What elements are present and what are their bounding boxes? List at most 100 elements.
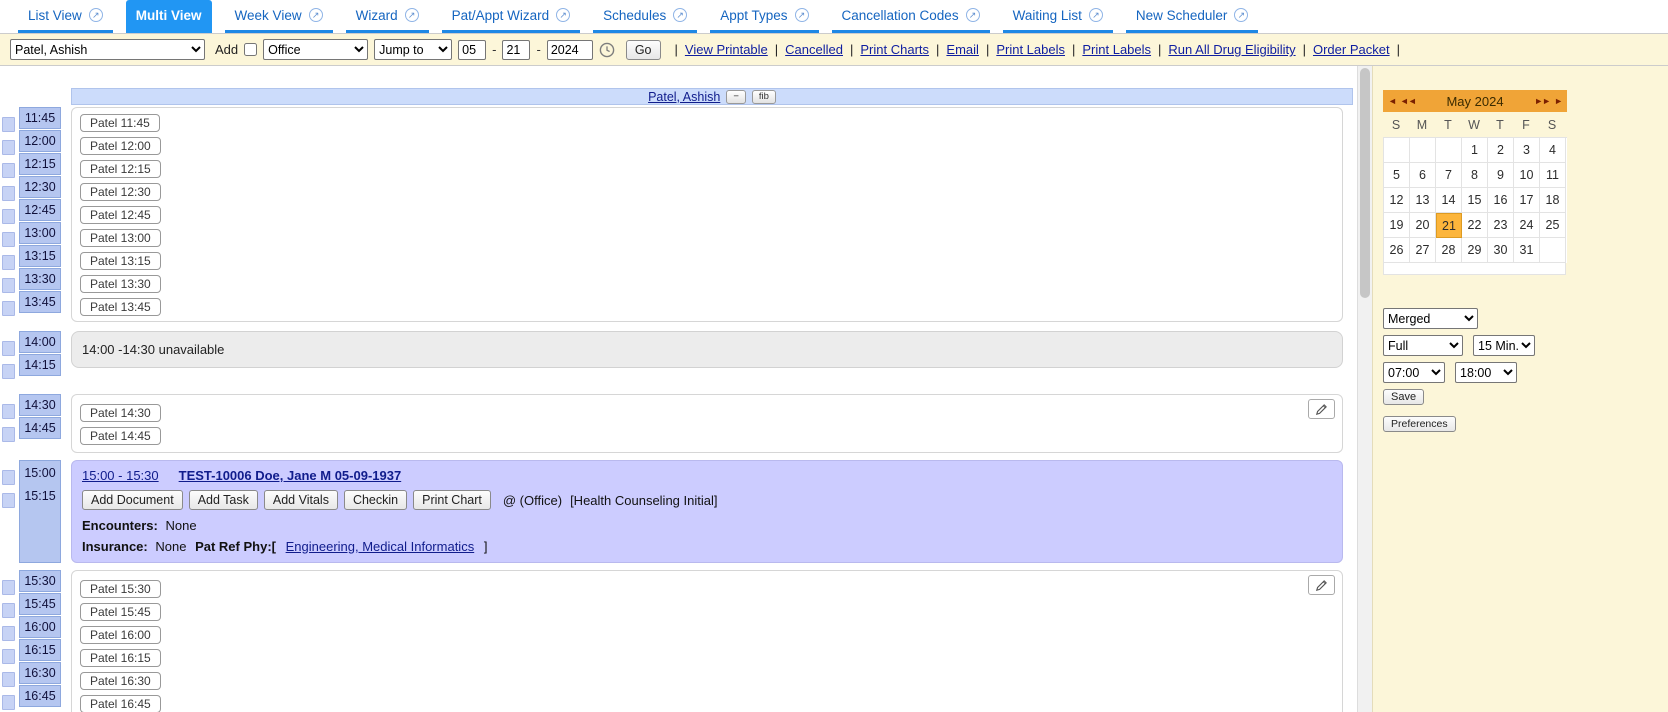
appointment-block[interactable]: 15:00 - 15:30 TEST-10006 Doe, Jane M 05-… (71, 460, 1343, 563)
calendar-day[interactable]: 1 (1462, 138, 1488, 163)
date-day-input[interactable] (502, 40, 530, 60)
tab-wizard[interactable]: Wizard ↗ (346, 0, 429, 33)
link-print-labels-2[interactable]: Print Labels (1082, 42, 1151, 57)
add-vitals-button[interactable]: Add Vitals (264, 490, 338, 510)
calendar-day[interactable]: 28 (1436, 238, 1462, 263)
time-label[interactable]: 16:30 (19, 662, 61, 684)
checkin-button[interactable]: Checkin (344, 490, 407, 510)
calendar-day[interactable]: 29 (1462, 238, 1488, 263)
jump-to-select[interactable]: Jump to (374, 39, 452, 60)
slot-button[interactable]: Patel 13:30 (80, 275, 161, 293)
calendar-day[interactable]: 26 (1384, 238, 1410, 263)
end-time-select[interactable]: 18:00 (1455, 362, 1517, 383)
link-print-labels-1[interactable]: Print Labels (996, 42, 1065, 57)
slot-button[interactable]: Patel 15:30 (80, 580, 161, 598)
time-label[interactable]: 16:15 (19, 639, 61, 661)
slot-button[interactable]: Patel 13:00 (80, 229, 161, 247)
add-appointment-checkbox[interactable] (244, 43, 257, 56)
calendar-day[interactable]: 7 (1436, 163, 1462, 188)
date-year-input[interactable] (547, 40, 593, 60)
calendar-day[interactable]: 24 (1514, 213, 1540, 238)
next-month-icon[interactable]: ►► (1534, 96, 1550, 106)
time-label[interactable]: 13:00 (19, 222, 61, 244)
calendar-day[interactable]: 19 (1384, 213, 1410, 238)
edit-icon[interactable] (1308, 575, 1335, 595)
slot-button[interactable]: Patel 13:15 (80, 252, 161, 270)
tab-week-view[interactable]: Week View ↗ (225, 0, 333, 33)
link-order-packet[interactable]: Order Packet (1313, 42, 1390, 57)
calendar-day[interactable]: 22 (1462, 213, 1488, 238)
date-month-input[interactable] (458, 40, 486, 60)
edit-icon[interactable] (1308, 399, 1335, 419)
time-label[interactable]: 12:15 (19, 153, 61, 175)
vertical-scrollbar[interactable] (1357, 66, 1372, 712)
link-view-printable[interactable]: View Printable (685, 42, 768, 57)
zoom-select[interactable]: Full (1383, 335, 1463, 356)
time-label[interactable]: 16:00 (19, 616, 61, 638)
print-chart-button[interactable]: Print Chart (413, 490, 491, 510)
time-label[interactable]: 15:00 (20, 461, 60, 484)
calendar-day[interactable]: 9 (1488, 163, 1514, 188)
popout-icon[interactable]: ↗ (795, 8, 809, 22)
slot-button[interactable]: Patel 15:45 (80, 603, 161, 621)
slot-button[interactable]: Patel 14:30 (80, 404, 161, 422)
referring-physician-link[interactable]: Engineering, Medical Informatics (286, 539, 475, 554)
calendar-day[interactable]: 8 (1462, 163, 1488, 188)
popout-icon[interactable]: ↗ (1089, 8, 1103, 22)
time-label[interactable]: 15:30 (19, 570, 61, 592)
calendar-day[interactable]: 11 (1540, 163, 1566, 188)
popout-icon[interactable]: ↗ (966, 8, 980, 22)
slot-button[interactable]: Patel 12:15 (80, 160, 161, 178)
calendar-day[interactable]: 2 (1488, 138, 1514, 163)
slot-button[interactable]: Patel 13:45 (80, 298, 161, 316)
slot-button[interactable]: Patel 12:30 (80, 183, 161, 201)
prev-year-icon[interactable]: ◄ (1388, 96, 1396, 106)
time-label[interactable]: 16:45 (19, 685, 61, 707)
add-document-button[interactable]: Add Document (82, 490, 183, 510)
time-label[interactable]: 13:15 (19, 245, 61, 267)
calendar-day[interactable]: 31 (1514, 238, 1540, 263)
start-time-select[interactable]: 07:00 (1383, 362, 1445, 383)
view-mode-select[interactable]: Merged (1383, 308, 1478, 329)
time-label[interactable]: 12:45 (19, 199, 61, 221)
slot-button[interactable]: Patel 11:45 (80, 114, 160, 132)
calendar-day[interactable]: 30 (1488, 238, 1514, 263)
tab-waiting-list[interactable]: Waiting List ↗ (1003, 0, 1113, 33)
link-email[interactable]: Email (946, 42, 979, 57)
interval-select[interactable]: 15 Min. (1473, 335, 1535, 356)
time-label[interactable]: 14:15 (19, 354, 61, 376)
slot-button[interactable]: Patel 14:45 (80, 427, 161, 445)
popout-icon[interactable]: ↗ (309, 8, 323, 22)
tab-cancellation-codes[interactable]: Cancellation Codes ↗ (832, 0, 990, 33)
popout-icon[interactable]: ↗ (1234, 8, 1248, 22)
calendar-day-selected[interactable]: 21 (1436, 213, 1462, 238)
collapse-provider-button[interactable]: − (726, 90, 746, 104)
calendar-day[interactable]: 3 (1514, 138, 1540, 163)
calendar-day[interactable]: 16 (1488, 188, 1514, 213)
patient-link[interactable]: TEST-10006 Doe, Jane M 05-09-1937 (179, 468, 402, 483)
tab-appt-types[interactable]: Appt Types ↗ (710, 0, 818, 33)
tab-new-scheduler[interactable]: New Scheduler ↗ (1126, 0, 1259, 33)
next-year-icon[interactable]: ► (1554, 96, 1562, 106)
time-label[interactable]: 14:00 (19, 331, 61, 353)
calendar-day[interactable]: 15 (1462, 188, 1488, 213)
calendar-day[interactable]: 23 (1488, 213, 1514, 238)
popout-icon[interactable]: ↗ (405, 8, 419, 22)
calendar-day[interactable]: 4 (1540, 138, 1566, 163)
scrollbar-thumb[interactable] (1360, 68, 1370, 298)
calendar-day[interactable]: 6 (1410, 163, 1436, 188)
calendar-day[interactable]: 18 (1540, 188, 1566, 213)
calendar-day[interactable]: 12 (1384, 188, 1410, 213)
calendar-day[interactable]: 10 (1514, 163, 1540, 188)
slot-button[interactable]: Patel 16:15 (80, 649, 161, 667)
calendar-day[interactable]: 14 (1436, 188, 1462, 213)
slot-button[interactable]: Patel 12:00 (80, 137, 161, 155)
calendar-day[interactable]: 20 (1410, 213, 1436, 238)
slot-button[interactable]: Patel 16:45 (80, 695, 161, 712)
prev-month-icon[interactable]: ◄◄ (1400, 96, 1416, 106)
link-print-charts[interactable]: Print Charts (860, 42, 929, 57)
link-cancelled[interactable]: Cancelled (785, 42, 843, 57)
go-button[interactable]: Go (626, 40, 661, 60)
tab-list-view[interactable]: List View ↗ (18, 0, 113, 33)
time-label[interactable]: 15:45 (19, 593, 61, 615)
